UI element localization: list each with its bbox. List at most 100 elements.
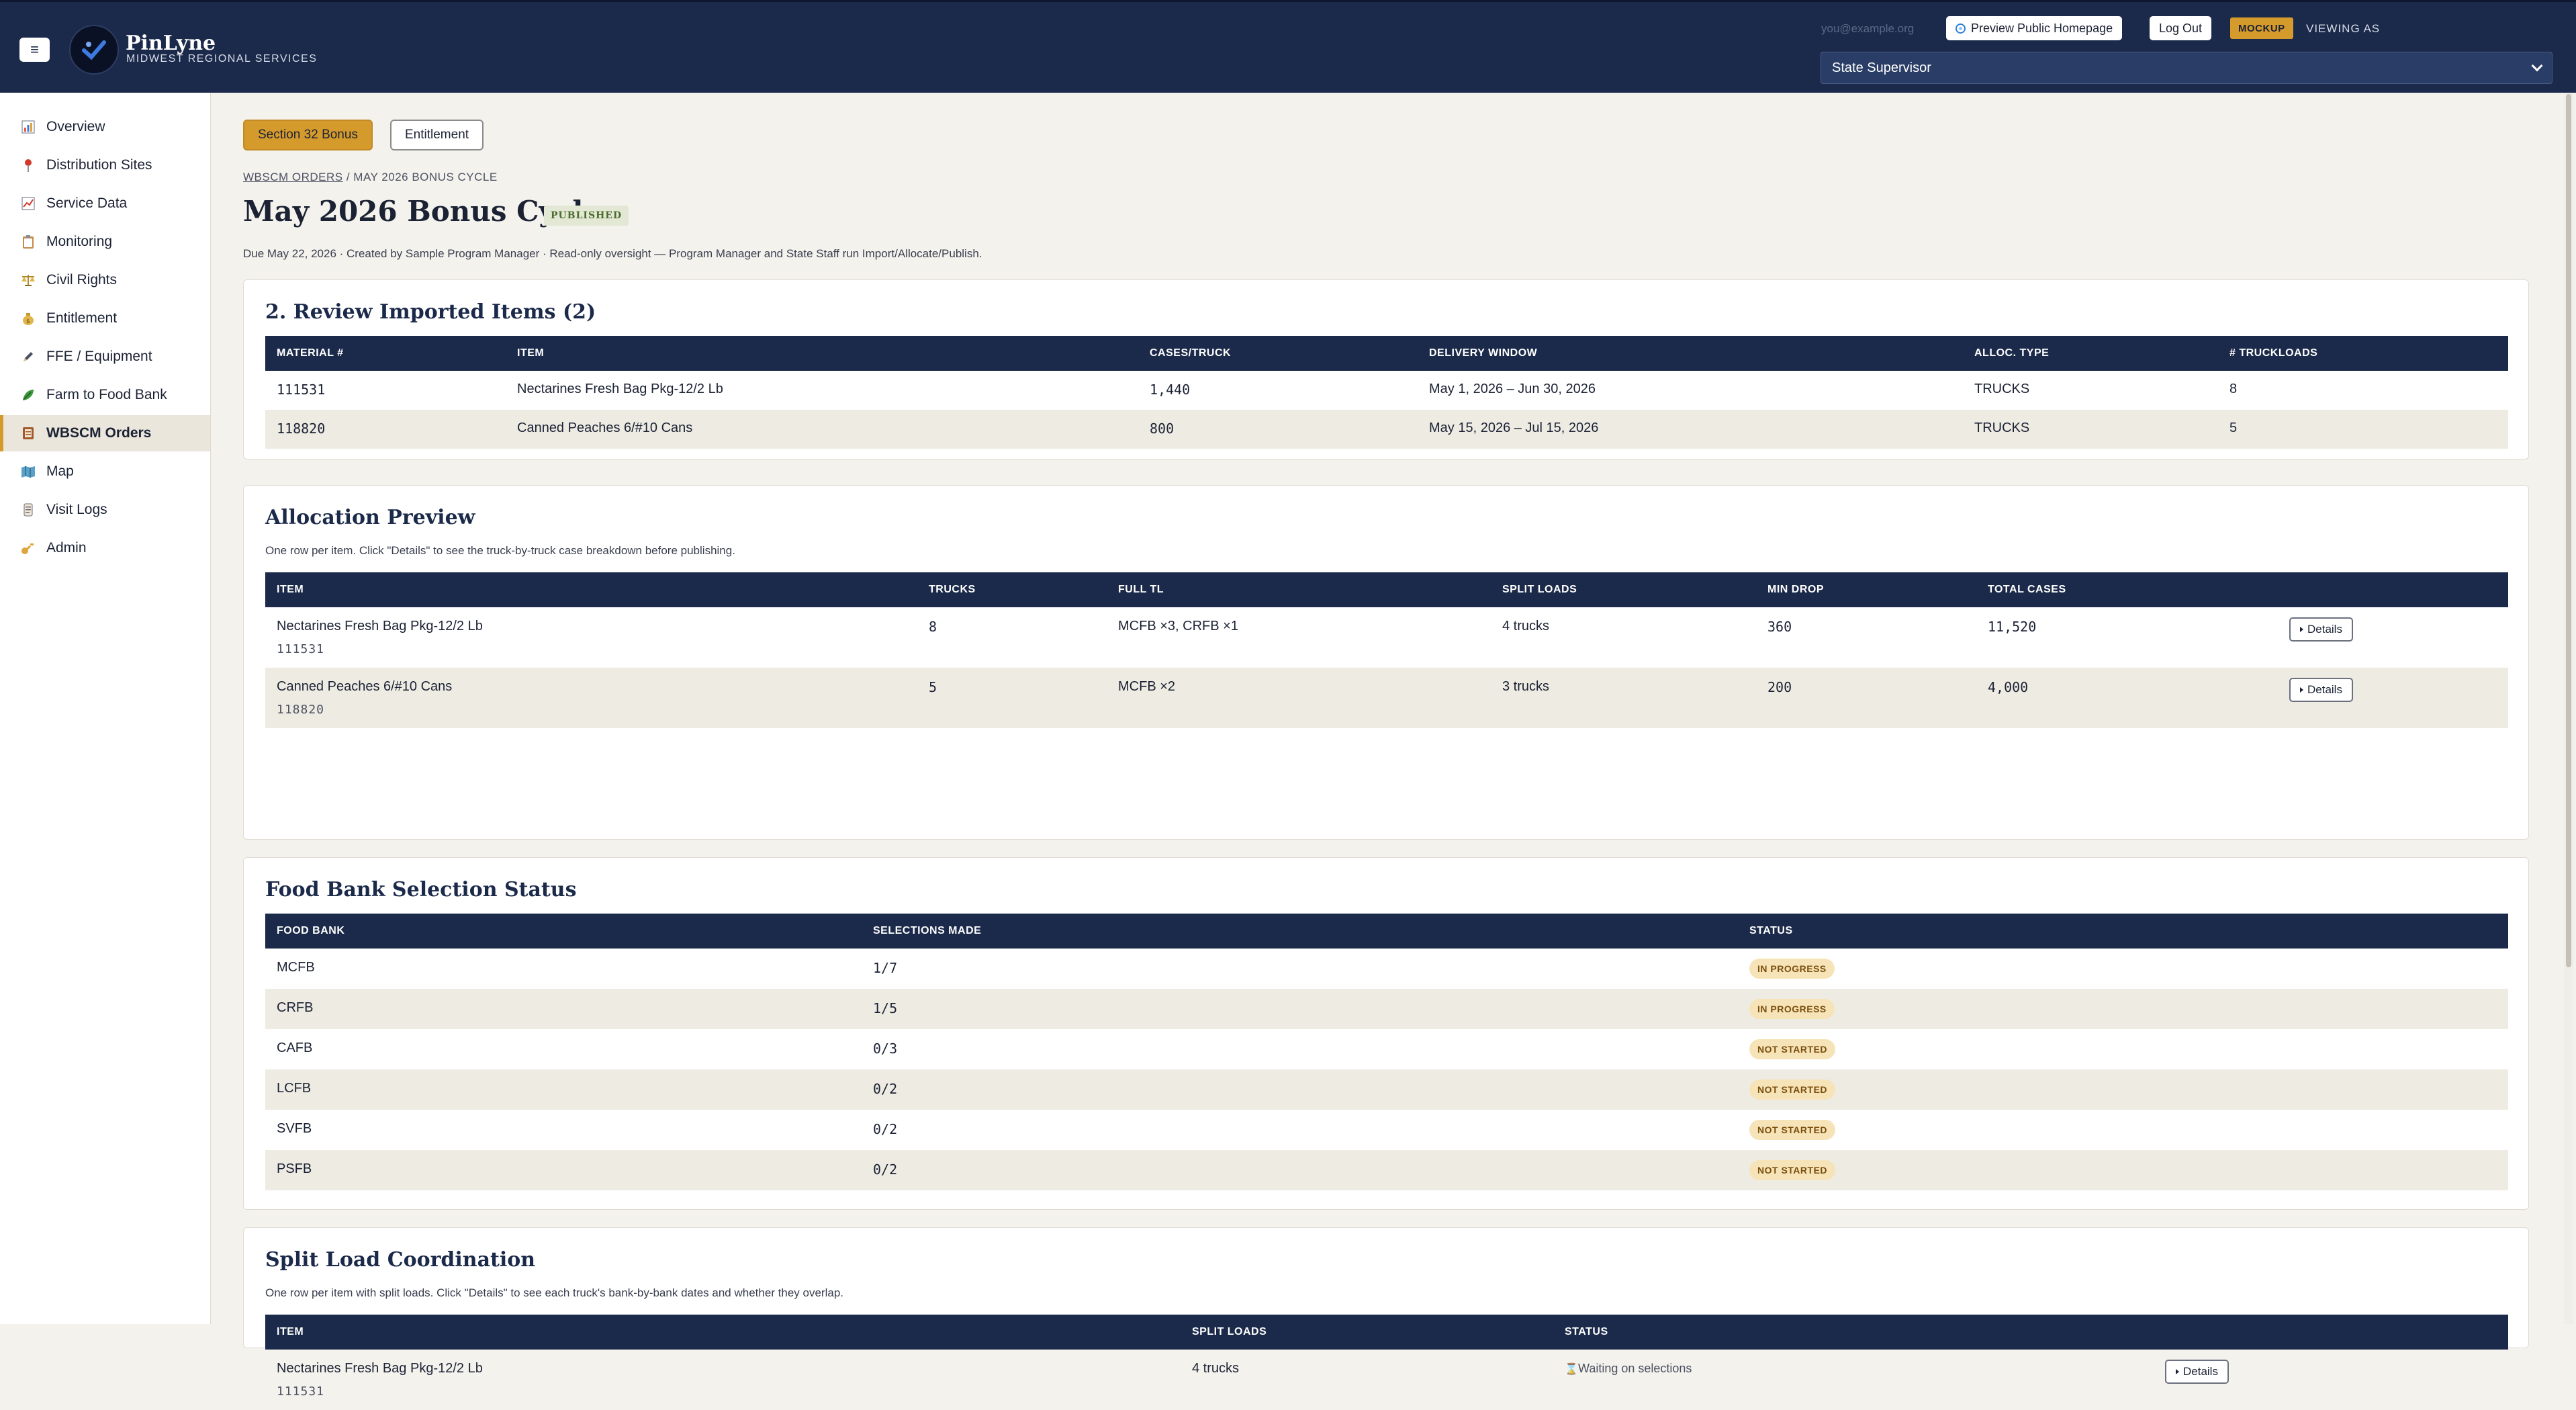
hamburger-icon: ≡ — [30, 41, 39, 58]
role-select-value: State Supervisor — [1832, 60, 1931, 75]
table-row: Nectarines Fresh Bag Pkg-12/2 Lb 111531 … — [265, 1350, 2508, 1410]
column-header: ITEM — [517, 347, 545, 359]
scrollbar-thumb[interactable] — [2566, 94, 2571, 967]
column-header: MIN DROP — [1767, 584, 1824, 595]
column-header: DELIVERY WINDOW — [1429, 347, 1538, 359]
column-header: STATUS — [1749, 925, 1793, 936]
menu-toggle-button[interactable]: ≡ — [19, 38, 50, 62]
pencil-icon — [20, 349, 36, 365]
allocation-preview-card: Allocation Preview One row per item. Cli… — [243, 485, 2529, 840]
truckloads: 5 — [2229, 421, 2238, 435]
split-loads: 4 trucks — [1192, 1361, 1240, 1376]
tab-entitlement[interactable]: Entitlement — [390, 120, 484, 150]
item-name: Nectarines Fresh Bag Pkg-12/2 Lb — [517, 382, 723, 396]
details-label: Details — [2183, 1365, 2218, 1378]
material-number: 118820 — [277, 703, 325, 717]
sidebar-item-visit-logs[interactable]: Visit Logs — [0, 492, 210, 528]
sidebar-item-label: Entitlement — [46, 310, 118, 326]
split-load-table: ITEM SPLIT LOADS STATUS Nectarines Fresh… — [265, 1315, 2508, 1410]
sidebar-item-distribution-sites[interactable]: Distribution Sites — [0, 147, 210, 183]
column-header: SPLIT LOADS — [1192, 1326, 1267, 1337]
table-row: CRFB 1/5 IN PROGRESS — [265, 989, 2508, 1029]
full-tl: MCFB ×3, CRFB ×1 — [1118, 619, 1238, 633]
logout-button[interactable]: Log Out — [2150, 16, 2212, 40]
column-header: FOOD BANK — [277, 925, 345, 936]
table-row: PSFB 0/2 NOT STARTED — [265, 1150, 2508, 1190]
split-load-coordination-card: Split Load Coordination One row per item… — [243, 1227, 2529, 1399]
review-table: MATERIAL # ITEM CASES/TRUCK DELIVERY WIN… — [265, 336, 2508, 449]
scales-icon — [20, 272, 36, 288]
key-icon — [20, 540, 36, 556]
caret-right-icon — [2300, 687, 2303, 693]
status-badge: NOT STARTED — [1749, 1120, 1836, 1140]
page-meta: Due May 22, 2026 · Created by Sample Pro… — [243, 247, 982, 260]
selections-made: 0/2 — [873, 1161, 898, 1178]
cases-per-truck: 1,440 — [1150, 382, 1191, 398]
sidebar-item-admin[interactable]: Admin — [0, 530, 210, 566]
section-subtitle: One row per item with split loads. Click… — [265, 1286, 843, 1299]
preview-public-homepage-button[interactable]: Preview Public Homepage — [1946, 16, 2123, 40]
sidebar-item-ffe-equipment[interactable]: FFE / Equipment — [0, 339, 210, 375]
table-row: Canned Peaches 6/#10 Cans 118820 5 MCFB … — [265, 668, 2508, 728]
table-row: MCFB 1/7 IN PROGRESS — [265, 949, 2508, 989]
tab-section-32-bonus[interactable]: Section 32 Bonus — [243, 120, 373, 150]
clipboard-icon — [20, 234, 36, 250]
table-row: 118820 Canned Peaches 6/#10 Cans 800 May… — [265, 410, 2508, 449]
sidebar-item-map[interactable]: Map — [0, 453, 210, 490]
table-row: Nectarines Fresh Bag Pkg-12/2 Lb 111531 … — [265, 607, 2508, 668]
selections-made: 0/3 — [873, 1041, 898, 1057]
selections-made: 1/7 — [873, 960, 898, 976]
map-icon — [20, 464, 36, 480]
hourglass-icon: ⌛ — [1565, 1364, 1578, 1375]
column-header: # TRUCKLOADS — [2229, 347, 2318, 359]
breadcrumb-link-wbscm-orders[interactable]: WBSCM ORDERS — [243, 171, 343, 183]
status-badge: PUBLISHED — [544, 206, 629, 226]
role-select[interactable]: State Supervisor — [1821, 52, 2552, 84]
sidebar-item-farm-to-food-bank[interactable]: Farm to Food Bank — [0, 377, 210, 413]
details-button[interactable]: Details — [2289, 617, 2353, 642]
review-imported-items-card: 2. Review Imported Items (2) MATERIAL # … — [243, 279, 2529, 459]
split-status-text: Waiting on selections — [1578, 1362, 1692, 1375]
table-header: MATERIAL # ITEM CASES/TRUCK DELIVERY WIN… — [265, 336, 2508, 371]
food-bank-name: LCFB — [277, 1081, 312, 1096]
material-number: 118820 — [277, 421, 326, 437]
map-pin-icon — [20, 157, 36, 173]
material-number: 111531 — [277, 382, 326, 398]
details-button[interactable]: Details — [2165, 1360, 2229, 1384]
status-badge: NOT STARTED — [1749, 1039, 1836, 1059]
sidebar-item-entitlement[interactable]: $ Entitlement — [0, 300, 210, 337]
sidebar-item-label: Civil Rights — [46, 272, 118, 288]
sidebar-item-monitoring[interactable]: Monitoring — [0, 224, 210, 260]
leaf-icon — [20, 387, 36, 403]
food-bank-table: FOOD BANK SELECTIONS MADE STATUS MCFB 1/… — [265, 914, 2508, 1190]
full-tl: MCFB ×2 — [1118, 679, 1176, 694]
status-badge: NOT STARTED — [1749, 1079, 1836, 1100]
details-label: Details — [2307, 623, 2342, 635]
sidebar-item-label: Overview — [46, 119, 105, 134]
status-badge: IN PROGRESS — [1749, 959, 1835, 979]
brand-subtitle: MIDWEST REGIONAL SERVICES — [126, 53, 318, 64]
sidebar: Overview Distribution Sites Service Data… — [0, 93, 211, 1324]
allocation-table: ITEM TRUCKS FULL TL SPLIT LOADS MIN DROP… — [265, 572, 2508, 728]
details-button[interactable]: Details — [2289, 678, 2353, 702]
sidebar-item-civil-rights[interactable]: Civil Rights — [0, 262, 210, 298]
split-loads: 3 trucks — [1502, 679, 1550, 694]
column-header: ITEM — [277, 584, 304, 595]
sidebar-item-service-data[interactable]: Service Data — [0, 185, 210, 222]
table-header: FOOD BANK SELECTIONS MADE STATUS — [265, 914, 2508, 949]
viewing-as-label: VIEWING AS — [2306, 22, 2381, 35]
checkmark-pin-icon — [82, 40, 106, 60]
column-header: ITEM — [277, 1326, 304, 1337]
table-row: CAFB 0/3 NOT STARTED — [265, 1029, 2508, 1069]
user-email: you@example.org — [1821, 22, 1915, 35]
sidebar-item-wbscm-orders[interactable]: WBSCM Orders — [0, 415, 210, 451]
table-header: ITEM SPLIT LOADS STATUS — [265, 1315, 2508, 1350]
selections-made: 0/2 — [873, 1121, 898, 1137]
brand-logo[interactable] — [69, 25, 119, 75]
sidebar-item-label: Visit Logs — [46, 502, 107, 517]
section-title: Allocation Preview — [265, 506, 475, 529]
sidebar-item-overview[interactable]: Overview — [0, 109, 210, 145]
column-header: TRUCKS — [929, 584, 976, 595]
food-bank-name: PSFB — [277, 1161, 312, 1176]
sidebar-item-label: Monitoring — [46, 234, 113, 249]
